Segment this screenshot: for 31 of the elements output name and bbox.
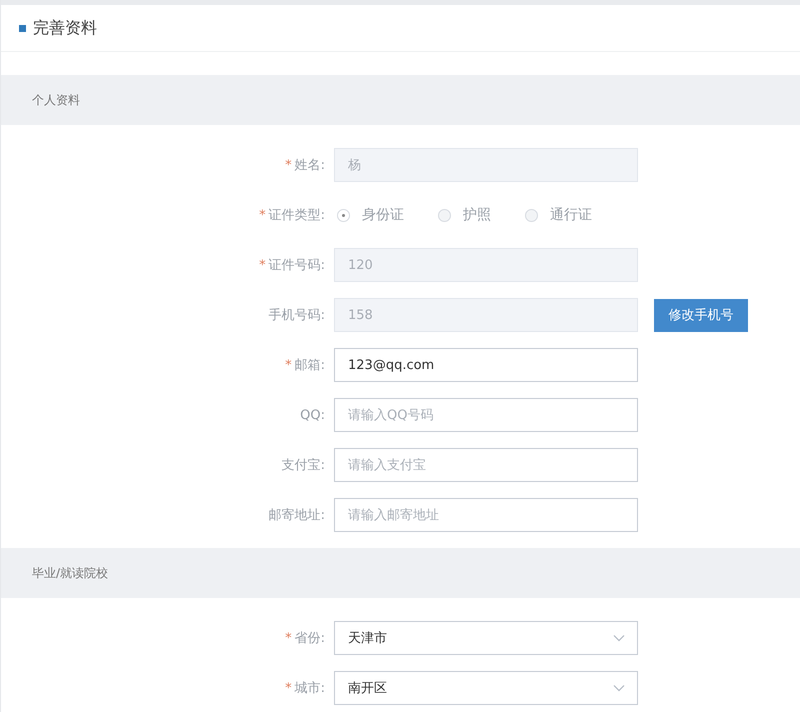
page-title: 完善资料 xyxy=(33,18,97,38)
input-field[interactable]: 请输入支付宝 xyxy=(334,448,638,482)
input-field[interactable]: 123@qq.com xyxy=(334,348,638,382)
field-label: 姓名: xyxy=(294,158,325,173)
chevron-down-icon xyxy=(613,634,625,642)
required-mark: * xyxy=(259,258,266,273)
radio-option[interactable]: 通行证 xyxy=(525,206,592,224)
field-label: QQ: xyxy=(300,408,325,422)
field-label: 城市: xyxy=(294,681,325,696)
required-mark: * xyxy=(285,681,292,696)
section-title: 个人资料 xyxy=(32,92,80,108)
input-field[interactable]: 请输入QQ号码 xyxy=(334,398,638,432)
section-title: 毕业/就读院校 xyxy=(32,564,108,582)
field-label: 证件号码: xyxy=(268,258,325,273)
dropdown[interactable]: 南开区 xyxy=(334,671,638,705)
required-mark: * xyxy=(259,208,266,223)
square-icon xyxy=(19,24,26,32)
field-label: 邮寄地址: xyxy=(268,508,325,523)
dropdown[interactable]: 天津市 xyxy=(334,621,638,655)
field-label: 邮箱: xyxy=(294,358,325,373)
field-label: 省份: xyxy=(294,631,325,646)
field-label: 支付宝: xyxy=(282,458,325,473)
required-mark: * xyxy=(285,358,292,373)
input-field[interactable]: 请输入邮寄地址 xyxy=(334,498,638,532)
field-label: 证件类型: xyxy=(268,208,325,223)
chevron-down-icon xyxy=(613,684,625,692)
radio-option[interactable]: 身份证 xyxy=(337,206,404,224)
field-label: 手机号码: xyxy=(268,308,325,323)
required-mark: * xyxy=(285,158,292,173)
radio-option[interactable]: 护照 xyxy=(438,206,491,224)
required-mark: * xyxy=(285,631,292,646)
